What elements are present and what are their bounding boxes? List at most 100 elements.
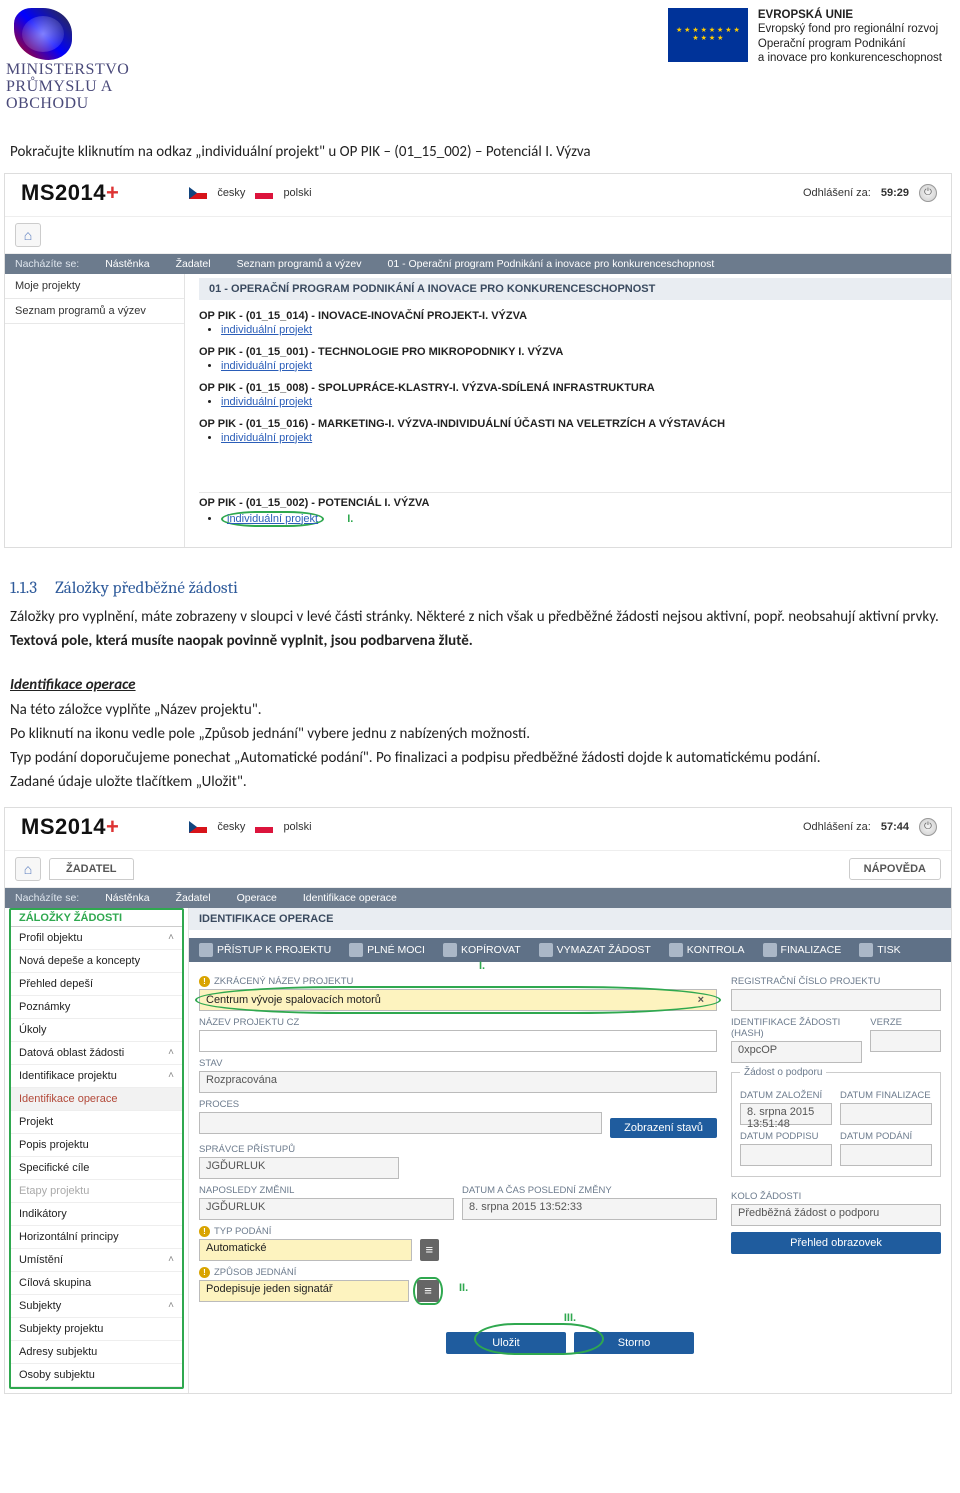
sidebar-item[interactable]: Indikátory bbox=[11, 1203, 182, 1226]
list-picker-icon[interactable]: ≡ bbox=[417, 1280, 439, 1302]
toolbar-pristup[interactable]: PŘÍSTUP K PROJEKTU bbox=[199, 943, 331, 957]
lang-cz[interactable]: česky bbox=[217, 187, 245, 199]
mpo-line2: PRŮMYSLU A OBCHODU bbox=[6, 79, 166, 113]
sidebar-item-identifikace-operace[interactable]: Identifikace operace bbox=[11, 1088, 182, 1111]
lang-pl[interactable]: polski bbox=[283, 821, 311, 833]
lang-cz[interactable]: česky bbox=[217, 821, 245, 833]
power-icon[interactable]: ⏻ bbox=[919, 818, 937, 836]
toolbar-plne-moci[interactable]: PLNÉ MOCI bbox=[349, 943, 425, 957]
para: Zadané údaje uložte tlačítkem „Uložit". bbox=[10, 772, 950, 792]
toolbar-kontrola[interactable]: KONTROLA bbox=[669, 943, 745, 957]
highlight-box-icon: ZÁLOŽKY ŽÁDOSTI Profil objektu˄ Nová dep… bbox=[9, 908, 184, 1389]
home-icon[interactable]: ⌂ bbox=[15, 857, 41, 881]
crumb-item[interactable]: 01 - Operační program Podnikání a inovac… bbox=[387, 258, 714, 270]
help-button[interactable]: NÁPOVĚDA bbox=[849, 858, 941, 880]
delete-icon bbox=[539, 943, 553, 957]
individualni-projekt-link-potencial[interactable]: individuální projekt bbox=[227, 513, 318, 525]
annotation-i: I. bbox=[479, 960, 485, 972]
chevron-up-icon: ˄ bbox=[168, 1070, 174, 1081]
nazev-projektu-input[interactable] bbox=[199, 1030, 717, 1052]
individualni-projekt-link[interactable]: individuální projekt bbox=[221, 396, 312, 408]
chevron-up-icon: ˄ bbox=[168, 1300, 174, 1311]
crumb-item[interactable]: Nástěnka bbox=[105, 258, 149, 270]
sidebar-item[interactable]: Specifické cíle bbox=[11, 1157, 182, 1180]
chevron-up-icon: ˄ bbox=[168, 1254, 174, 1265]
flag-cz-icon bbox=[189, 821, 207, 833]
eu-line2: Evropský fond pro regionální rozvoj bbox=[758, 22, 942, 36]
sidebar-item[interactable]: Moje projekty bbox=[5, 274, 184, 299]
crumb-item[interactable]: Seznam programů a výzev bbox=[237, 258, 362, 270]
logoff-value: 59:29 bbox=[881, 187, 909, 199]
flag-pl-icon bbox=[255, 187, 273, 199]
individualni-projekt-link[interactable]: individuální projekt bbox=[221, 360, 312, 372]
home-icon[interactable]: ⌂ bbox=[15, 223, 41, 247]
required-icon: ! bbox=[199, 1226, 210, 1237]
sidebar-item[interactable]: Úkoly bbox=[11, 1019, 182, 1042]
annotation-i: I. bbox=[347, 513, 353, 525]
proces-value bbox=[199, 1112, 602, 1134]
tab-zadatel[interactable]: ŽADATEL bbox=[49, 858, 134, 880]
side-group-subjekty[interactable]: Subjekty˄ bbox=[11, 1295, 182, 1318]
prehled-obrazovek-button[interactable]: Přehled obrazovek bbox=[731, 1232, 941, 1254]
individualni-projekt-link[interactable]: individuální projekt bbox=[221, 432, 312, 444]
document-icon bbox=[349, 943, 363, 957]
zkraceny-nazev-input[interactable]: Centrum vývoje spalovacích motorů× bbox=[199, 989, 717, 1011]
para: Na této záložce vyplňte „Název projektu"… bbox=[10, 700, 950, 720]
eu-line3: Operační program Podnikání bbox=[758, 37, 942, 51]
highlight-circle-icon: individuální projekt bbox=[221, 511, 324, 527]
storno-button[interactable]: Storno bbox=[574, 1332, 694, 1354]
sidebar-item[interactable]: Cílová skupina bbox=[11, 1272, 182, 1295]
side-group-umisteni[interactable]: Umístění˄ bbox=[11, 1249, 182, 1272]
crumb-item[interactable]: Žadatel bbox=[176, 258, 211, 270]
chevron-up-icon: ˄ bbox=[168, 932, 174, 943]
sidebar-item[interactable]: Horizontální principy bbox=[11, 1226, 182, 1249]
sidebar-item[interactable]: Nová depeše a koncepty bbox=[11, 950, 182, 973]
logoff-value: 57:44 bbox=[881, 821, 909, 833]
sidebar-item[interactable]: Subjekty projektu bbox=[11, 1318, 182, 1341]
crumb-item[interactable]: Identifikace operace bbox=[303, 892, 397, 904]
sidebar-item[interactable]: Popis projektu bbox=[11, 1134, 182, 1157]
side-group-profil[interactable]: Profil objektu˄ bbox=[11, 927, 182, 950]
toolbar-tisk[interactable]: TISK bbox=[859, 943, 900, 957]
sidebar-item[interactable]: Přehled depeší bbox=[11, 973, 182, 996]
individualni-projekt-link[interactable]: individuální projekt bbox=[221, 324, 312, 336]
datum-zmeny-value: 8. srpna 2015 13:52:33 bbox=[462, 1198, 717, 1220]
sidebar-item[interactable]: Projekt bbox=[11, 1111, 182, 1134]
eu-line4: a inovace pro konkurenceschopnost bbox=[758, 51, 942, 65]
sidebar-item[interactable]: Seznam programů a výzev bbox=[5, 299, 184, 324]
toolbar-finalizace[interactable]: FINALIZACE bbox=[763, 943, 842, 957]
zobrazeni-stavu-button[interactable]: Zobrazení stavů bbox=[610, 1118, 717, 1138]
sidebar-item[interactable]: Adresy subjektu bbox=[11, 1341, 182, 1364]
crumb-item[interactable]: Nástěnka bbox=[105, 892, 149, 904]
panel-title: IDENTIFIKACE OPERACE bbox=[189, 908, 951, 930]
logo-eu: EVROPSKÁ UNIE Evropský fond pro regionál… bbox=[668, 8, 942, 66]
sidebar-item[interactable]: Poznámky bbox=[11, 996, 182, 1019]
flag-pl-icon bbox=[255, 821, 273, 833]
side-group-identifikace[interactable]: Identifikace projektu˄ bbox=[11, 1065, 182, 1088]
typ-podani-input[interactable]: Automatické bbox=[199, 1239, 412, 1261]
side-group-datova[interactable]: Datová oblast žádosti˄ bbox=[11, 1042, 182, 1065]
stav-value: Rozpracována bbox=[199, 1071, 717, 1093]
copy-icon bbox=[443, 943, 457, 957]
power-icon[interactable]: ⏻ bbox=[919, 184, 937, 202]
toolbar-kopirovat[interactable]: KOPÍROVAT bbox=[443, 943, 521, 957]
sidebar-item[interactable]: Osoby subjektu bbox=[11, 1364, 182, 1387]
app-logo: MS2014+ bbox=[21, 814, 119, 840]
crumb-item[interactable]: Žadatel bbox=[176, 892, 211, 904]
hash-value: 0xpcOP bbox=[731, 1041, 862, 1063]
annotation-iii: III. bbox=[564, 1312, 576, 1324]
crumb-item[interactable]: Operace bbox=[237, 892, 277, 904]
zpusob-jednani-input[interactable]: Podepisuje jeden signatář bbox=[199, 1280, 409, 1302]
breadcrumb: Nacházíte se: Nástěnka Žadatel Seznam pr… bbox=[5, 254, 951, 274]
datum-podani-value bbox=[840, 1144, 932, 1166]
list-picker-icon[interactable]: ≡ bbox=[420, 1239, 439, 1261]
subhead-identifikace: Identifikace operace bbox=[10, 676, 136, 694]
clear-icon[interactable]: × bbox=[692, 994, 710, 1006]
toolbar-vymazat[interactable]: VYMAZAT ŽÁDOST bbox=[539, 943, 651, 957]
para: Typ podání doporučujeme ponechat „Automa… bbox=[10, 748, 950, 768]
ulozit-button[interactable]: Uložit bbox=[446, 1332, 566, 1354]
eu-line1: EVROPSKÁ UNIE bbox=[758, 8, 942, 22]
users-icon bbox=[199, 943, 213, 957]
screenshot-identifikace-operace: MS2014+ česky polski Odhlášení za: 57:44… bbox=[4, 807, 952, 1394]
lang-pl[interactable]: polski bbox=[283, 187, 311, 199]
